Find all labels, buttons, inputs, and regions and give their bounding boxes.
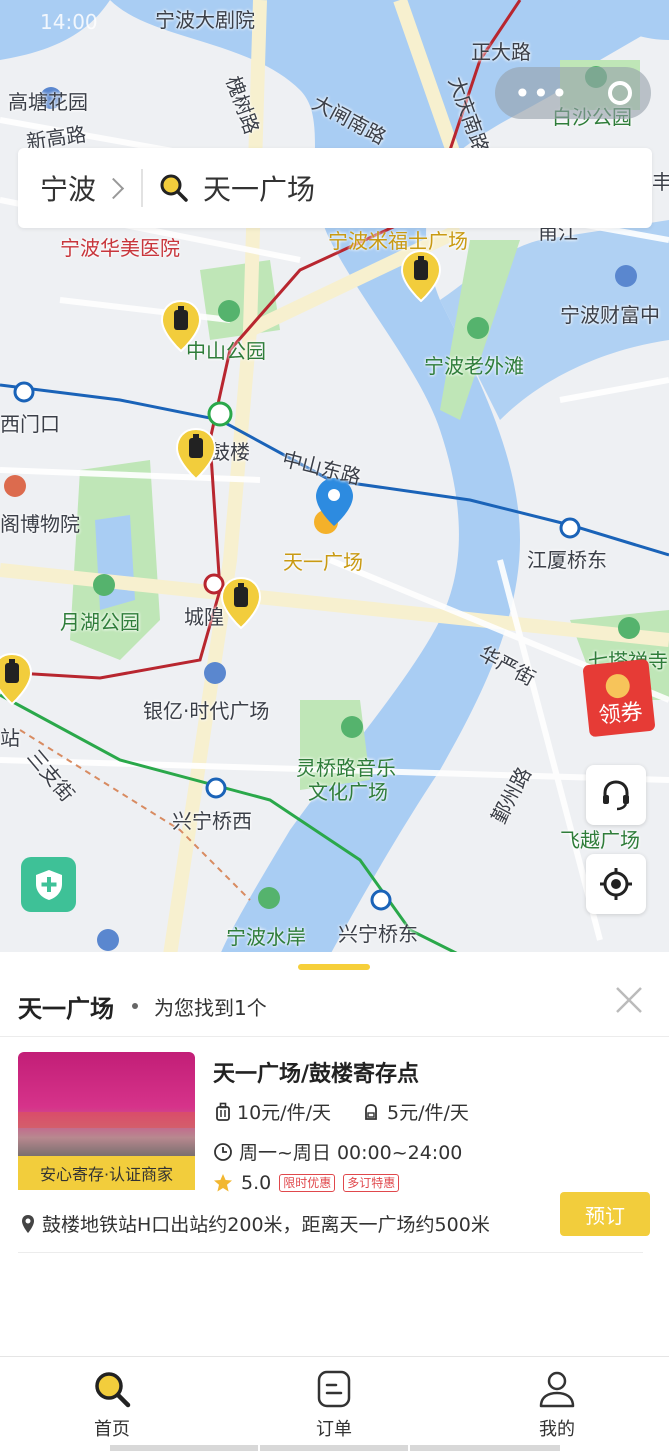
map-label: 宁波老外滩 — [424, 354, 524, 378]
map-label: 阁博物院 — [0, 512, 80, 536]
safety-button[interactable] — [21, 857, 76, 912]
park-icon — [341, 716, 363, 738]
map-label: 月湖公园 — [60, 610, 140, 634]
tab-label: 订单 — [316, 1419, 352, 1440]
luggage-storage-pin[interactable] — [161, 300, 201, 352]
hours-row: 周一~周日 00:00~24:00 — [213, 1138, 462, 1165]
coupon-label: 领券 — [597, 699, 644, 730]
star-icon — [214, 1174, 232, 1192]
rating-score: 5.0 — [241, 1172, 272, 1194]
headset-icon — [603, 780, 629, 811]
map-label: 高塘花园 — [8, 90, 88, 114]
map-label: 兴宁桥西 — [172, 809, 252, 833]
tab-label: 我的 — [539, 1419, 575, 1440]
map-label: 站 — [0, 726, 20, 750]
shield-icon — [35, 869, 62, 900]
price-row: 10元/件/天 5元/件/天 — [213, 1098, 469, 1125]
price-large-item: 10元/件/天 — [237, 1102, 331, 1124]
chevron-right-icon — [102, 177, 125, 199]
suitcase-icon — [216, 1102, 230, 1121]
map-label: 城隍 — [184, 605, 224, 629]
results-count: 为您找到1个 — [154, 995, 267, 1020]
map-view[interactable]: 宁波大剧院 正大路 高塘花园 大闸南路 白沙公园 新高路 宁波华美医院 宁波米福… — [0, 0, 669, 955]
map-label: 银亿·时代广场 — [143, 699, 270, 723]
clock-icon — [214, 1142, 232, 1161]
mall-icon — [204, 662, 226, 684]
customer-service-button[interactable] — [586, 765, 646, 825]
rating-row: 5.0 限时优惠 多订特惠 — [213, 1172, 400, 1194]
map-label: 宁波财富中 — [560, 303, 660, 327]
more-icon[interactable]: ••• — [514, 77, 570, 110]
book-button[interactable]: 预订 — [560, 1192, 650, 1236]
sheet-drag-handle[interactable] — [298, 964, 370, 970]
tab-label: 首页 — [94, 1419, 130, 1440]
map-label: 西门口 — [0, 412, 60, 436]
luggage-storage-pin[interactable] — [401, 250, 441, 302]
park-icon — [467, 317, 489, 339]
map-label: 宁波米福士广场 — [328, 229, 468, 253]
map-label: 天一广场 — [283, 550, 363, 574]
opening-hours: 周一~周日 00:00~24:00 — [239, 1142, 463, 1164]
building-icon — [615, 265, 637, 287]
map-label: 宁波水岸 — [226, 925, 306, 949]
luggage-storage-pin[interactable] — [221, 577, 261, 629]
luggage-storage-pin[interactable] — [0, 653, 32, 705]
results-sheet: 天一广场 为您找到1个 安心寄存·认证商家 天一广场/鼓楼寄存点 10元/件/天… — [0, 952, 669, 1356]
map-label: 丰 — [652, 170, 669, 194]
results-title: 天一广场 — [18, 994, 114, 1023]
status-time: 14:00 — [40, 10, 98, 34]
user-icon — [539, 1371, 575, 1408]
park-icon — [258, 887, 280, 909]
map-label: 正大路 — [471, 40, 531, 64]
divider — [141, 169, 144, 207]
store-card[interactable]: 安心寄存·认证商家 天一广场/鼓楼寄存点 10元/件/天 5元/件/天 周一~周… — [18, 1052, 652, 1252]
museum-icon — [4, 475, 26, 497]
map-label: 兴宁桥东 — [338, 922, 418, 946]
close-miniprogram-icon[interactable] — [607, 81, 632, 105]
luggage-storage-pin[interactable] — [176, 428, 216, 480]
backpack-icon — [365, 1103, 377, 1120]
coupon-button[interactable]: 领券 — [582, 658, 656, 738]
locate-me-button[interactable] — [586, 854, 646, 914]
store-name[interactable]: 天一广场/鼓楼寄存点 — [213, 1056, 419, 1088]
results-header: 天一广场 为您找到1个 — [18, 986, 651, 1026]
temple-icon — [618, 617, 640, 639]
search-icon — [95, 1372, 131, 1408]
city-selector[interactable]: 宁波 — [40, 168, 96, 208]
park-icon — [93, 574, 115, 596]
tab-home[interactable]: 首页 — [62, 1369, 162, 1441]
location-pin-icon — [22, 1214, 34, 1233]
search-icon — [160, 174, 188, 202]
miniprogram-capsule[interactable]: ••• — [495, 67, 651, 119]
tab-bar: 首页 订单 我的 — [0, 1356, 669, 1451]
map-label: 江厦桥东 — [527, 548, 607, 572]
map-label: 宁波大剧院 — [155, 8, 255, 32]
tab-orders[interactable]: 订单 — [284, 1369, 384, 1441]
search-query[interactable]: 天一广场 — [203, 168, 315, 208]
map-label: 鼓楼 — [210, 440, 250, 464]
search-bar[interactable]: 宁波 天一广场 — [18, 148, 652, 228]
divider — [18, 1252, 643, 1253]
verified-badge: 安心寄存·认证商家 — [18, 1156, 195, 1190]
promo-tag: 限时优惠 — [279, 1174, 336, 1192]
locate-icon — [600, 868, 632, 900]
close-icon[interactable] — [613, 984, 645, 1016]
order-icon — [317, 1370, 351, 1408]
park-icon — [218, 300, 240, 322]
map-label: 宁波华美医院 — [60, 236, 180, 260]
tab-profile[interactable]: 我的 — [507, 1369, 607, 1441]
promo-tag: 多订特惠 — [343, 1174, 400, 1192]
map-label: 飞越广场 — [560, 828, 640, 852]
divider — [0, 1036, 669, 1037]
poi-icon — [97, 929, 119, 951]
map-label: 文化广场 — [308, 780, 388, 804]
store-address: 鼓楼地铁站H口出站约200米，距离天一广场约500米 — [42, 1214, 490, 1236]
dot-separator — [132, 1003, 138, 1009]
address-row: 鼓楼地铁站H口出站约200米，距离天一广场约500米 — [18, 1210, 490, 1237]
home-indicator — [110, 1445, 560, 1451]
price-small-item: 5元/件/天 — [386, 1102, 469, 1124]
